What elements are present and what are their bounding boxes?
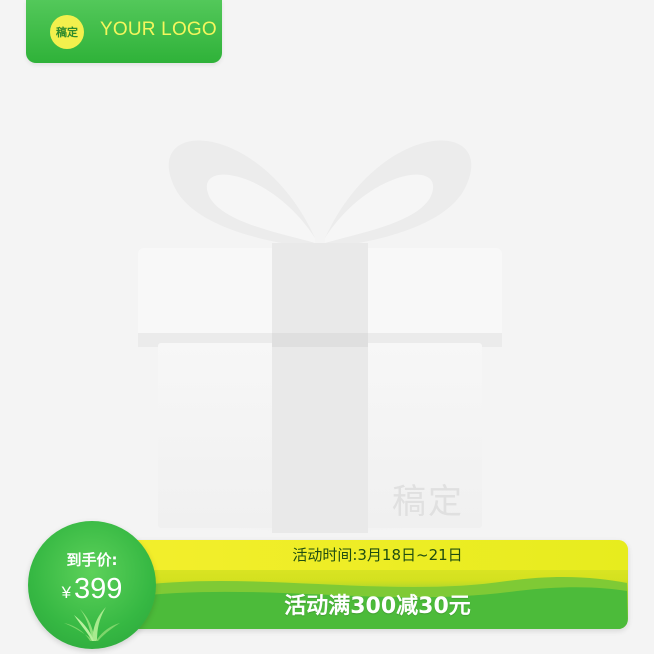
promo-banner: 活动时间:3月18日~21日 活动满300减30元 [127, 540, 628, 629]
price-number: 399 [74, 573, 123, 605]
logo-text: YOUR LOGO [100, 19, 217, 40]
price-badge: 到手价: ¥399 [28, 521, 156, 649]
grass-icon [64, 607, 120, 641]
logo-badge: 稿定 [50, 15, 84, 49]
activity-time: 活动时间:3月18日~21日 [292, 546, 463, 564]
currency-symbol: ¥ [61, 583, 72, 602]
promo-offer: 活动满300减30元 [284, 594, 471, 619]
logo-bar: 稿定 YOUR LOGO [26, 0, 222, 63]
price-value: ¥399 [28, 573, 156, 606]
watermark: 稿定 [392, 482, 464, 522]
price-label: 到手价: [66, 551, 118, 569]
